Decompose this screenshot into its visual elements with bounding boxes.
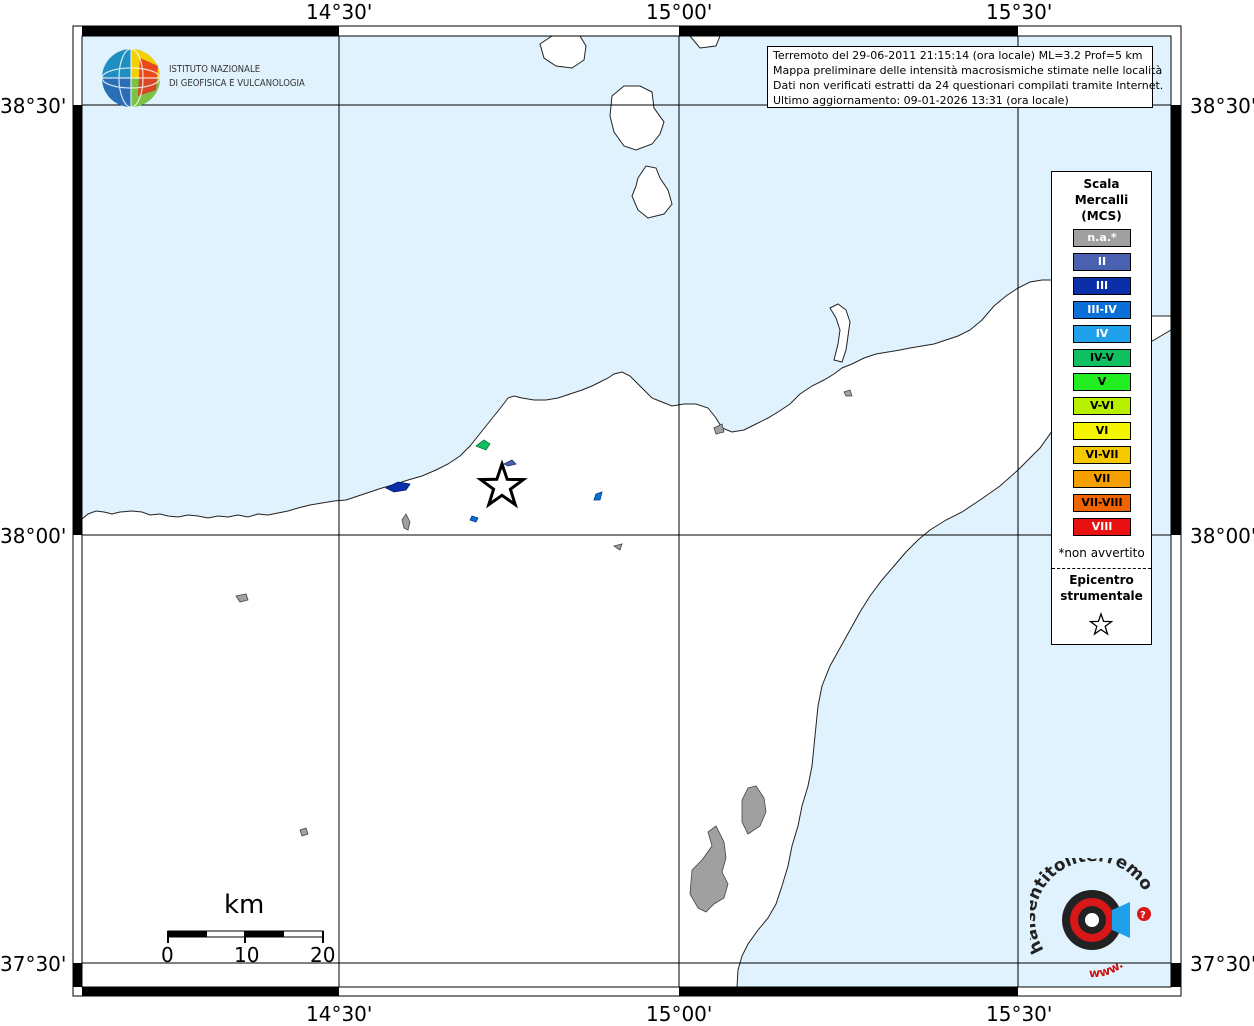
event-info-line2: Mappa preliminare delle intensità macros… <box>773 64 1163 77</box>
lon-label-bottom-3: 15°30' <box>986 1002 1053 1026</box>
svg-text:?: ? <box>1140 910 1146 921</box>
legend-swatch: n.a.* <box>1073 229 1131 247</box>
event-info-line3: Dati non verificati estratti da 24 quest… <box>773 79 1164 92</box>
lat-label-left-3: 37°30' <box>0 952 67 976</box>
institute-name-line1: ISTITUTO NAZIONALE <box>169 64 261 75</box>
legend-title-line2: Mercalli <box>1074 193 1129 207</box>
legend-swatch: III-IV <box>1073 301 1131 319</box>
lat-label-right-2: 38°00' <box>1190 524 1254 548</box>
lat-label-left-1: 38°30' <box>0 94 67 118</box>
legend-swatch: VII-VIII <box>1073 494 1131 512</box>
scale-tick-10: 10 <box>234 943 260 967</box>
brand-prefix-text: www. <box>1089 957 1126 978</box>
lon-label-bottom-2: 15°00' <box>646 1002 713 1026</box>
legend-swatch: VII <box>1073 470 1131 488</box>
ingv-logo-icon <box>101 48 161 108</box>
legend-swatch: III <box>1073 277 1131 295</box>
legend-swatch: VI-VII <box>1073 446 1131 464</box>
institute-name-line2: DI GEOFISICA E VULCANOLOGIA <box>169 78 305 89</box>
legend-separator <box>1052 568 1151 569</box>
legend-swatch: V-VI <box>1073 397 1131 415</box>
lon-label-top-3: 15°30' <box>986 0 1053 24</box>
scale-tick-0: 0 <box>161 943 174 967</box>
scale-tick-20: 20 <box>310 943 336 967</box>
legend-epicenter-line2: strumentale <box>1060 589 1143 603</box>
legend-swatch: IV <box>1073 325 1131 343</box>
legend-epicenter-line1: Epicentro <box>1069 573 1134 587</box>
event-info-box: Terremoto del 29-06-2011 21:15:14 (ora l… <box>767 46 1164 108</box>
lat-label-right-1: 38°30' <box>1190 94 1254 118</box>
event-info-line1: Terremoto del 29-06-2011 21:15:14 (ora l… <box>773 49 1143 62</box>
institute-name: ISTITUTO NAZIONALE DI GEOFISICA E VULCAN… <box>169 63 305 91</box>
legend-swatch: II <box>1073 253 1131 271</box>
legend-star-icon <box>1088 612 1114 636</box>
lat-label-right-3: 37°30' <box>1190 952 1254 976</box>
legend-swatch: V <box>1073 373 1131 391</box>
legend-swatch: VIII <box>1073 518 1131 536</box>
legend-swatch: VI <box>1073 422 1131 440</box>
lon-label-top-1: 14°30' <box>306 0 373 24</box>
legend-title: Scala Mercalli (MCS) <box>1052 176 1151 224</box>
lon-label-bottom-1: 14°30' <box>306 1002 373 1026</box>
haisentito-logo-icon: haisentitoilterremoto.it www. ? <box>1030 858 1156 978</box>
legend-not-felt-note: *non avvertito <box>1058 546 1145 560</box>
svg-text:www.: www. <box>1089 957 1126 978</box>
legend-title-line3: (MCS) <box>1081 209 1122 223</box>
legend-epicenter-label: Epicentro strumentale <box>1052 572 1151 604</box>
lon-label-top-2: 15°00' <box>646 0 713 24</box>
event-info-line4: Ultimo aggiornamento: 09-01-2026 13:31 (… <box>773 94 1069 107</box>
legend-title-line1: Scala <box>1083 177 1120 191</box>
legend-swatch: IV-V <box>1073 349 1131 367</box>
scale-unit-label: km <box>224 890 265 920</box>
mcs-legend: Scala Mercalli (MCS) n.a.* II III III-IV… <box>1051 171 1152 645</box>
lat-label-left-2: 38°00' <box>0 524 67 548</box>
